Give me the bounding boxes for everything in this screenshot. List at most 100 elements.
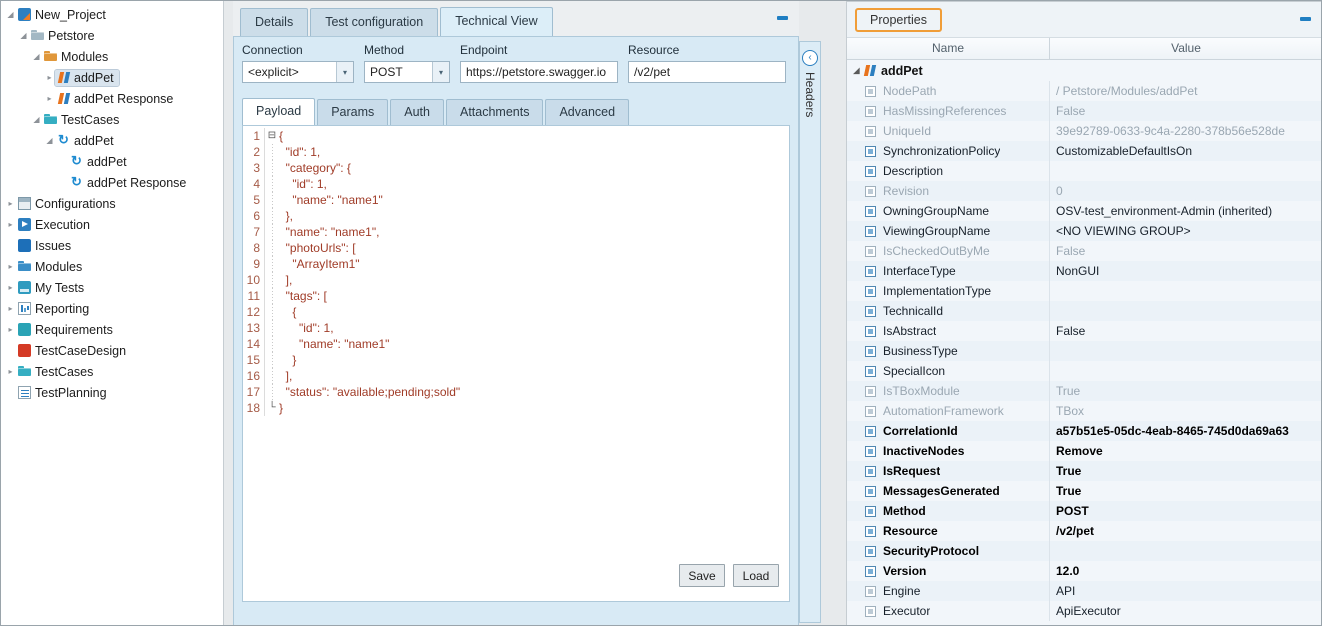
property-row-hasmissingreferences[interactable]: HasMissingReferences False xyxy=(847,101,1322,121)
fold-marker-icon[interactable] xyxy=(265,144,279,160)
property-row-technicalid[interactable]: TechnicalId xyxy=(847,301,1322,321)
property-value[interactable]: True xyxy=(1050,381,1322,401)
property-row-securityprotocol[interactable]: SecurityProtocol xyxy=(847,541,1322,561)
property-value[interactable]: False xyxy=(1050,241,1322,261)
tree-expander-icon[interactable]: ◢ xyxy=(31,52,42,61)
property-value[interactable]: 0 xyxy=(1050,181,1322,201)
tree-expander-icon[interactable]: ▸ xyxy=(5,220,16,229)
code-line-15[interactable]: 15 } xyxy=(243,352,789,368)
tree-expander-icon[interactable]: ▸ xyxy=(44,94,55,103)
property-value[interactable]: False xyxy=(1050,321,1322,341)
tab-technical-view[interactable]: Technical View xyxy=(440,7,552,37)
property-row-ischeckedoutbyme[interactable]: IsCheckedOutByMe False xyxy=(847,241,1322,261)
tree-expander-icon[interactable]: ◢ xyxy=(18,31,29,40)
tree-expander-icon[interactable]: ▸ xyxy=(5,199,16,208)
property-value[interactable]: False xyxy=(1050,101,1322,121)
tree-item-modules[interactable]: ◢ Modules xyxy=(1,46,223,67)
chevron-down-icon[interactable]: ▾ xyxy=(432,62,449,82)
tree-item-addpet-response[interactable]: ▸ addPet Response xyxy=(1,88,223,109)
property-value[interactable] xyxy=(1050,161,1322,181)
property-row-specialicon[interactable]: SpecialIcon xyxy=(847,361,1322,381)
property-row-isabstract[interactable]: IsAbstract False xyxy=(847,321,1322,341)
tree-item-requirements[interactable]: ▸ Requirements xyxy=(1,319,223,340)
tree-expander-icon[interactable]: ◢ xyxy=(31,115,42,124)
tree-item-my-tests[interactable]: ▸ My Tests xyxy=(1,277,223,298)
property-row-method[interactable]: Method POST xyxy=(847,501,1322,521)
property-value[interactable]: CustomizableDefaultIsOn xyxy=(1050,141,1322,161)
property-row-owninggroupname[interactable]: OwningGroupName OSV-test_environment-Adm… xyxy=(847,201,1322,221)
code-line-1[interactable]: 1 ⊟ { xyxy=(243,128,789,144)
code-line-5[interactable]: 5 "name": "name1" xyxy=(243,192,789,208)
fold-marker-icon[interactable] xyxy=(265,272,279,288)
code-line-13[interactable]: 13 "id": 1, xyxy=(243,320,789,336)
property-value[interactable]: 39e92789-0633-9c4a-2280-378b56e528de xyxy=(1050,121,1322,141)
property-row-uniqueid[interactable]: UniqueId 39e92789-0633-9c4a-2280-378b56e… xyxy=(847,121,1322,141)
property-row-viewinggroupname[interactable]: ViewingGroupName <NO VIEWING GROUP> xyxy=(847,221,1322,241)
tree-item-new-project[interactable]: ◢ New_Project xyxy=(1,4,223,25)
property-row-inactivenodes[interactable]: InactiveNodes Remove xyxy=(847,441,1322,461)
property-row-interfacetype[interactable]: InterfaceType NonGUI xyxy=(847,261,1322,281)
fold-marker-icon[interactable] xyxy=(265,336,279,352)
fold-marker-icon[interactable] xyxy=(265,304,279,320)
property-value[interactable]: a57b51e5-05dc-4eab-8465-745d0da69a63 xyxy=(1050,421,1322,441)
code-line-7[interactable]: 7 "name": "name1", xyxy=(243,224,789,240)
code-line-16[interactable]: 16 ], xyxy=(243,368,789,384)
fold-marker-icon[interactable] xyxy=(265,224,279,240)
collapse-chevron-icon[interactable]: ‹ xyxy=(802,50,818,66)
fold-marker-icon[interactable] xyxy=(265,320,279,336)
property-row-messagesgenerated[interactable]: MessagesGenerated True xyxy=(847,481,1322,501)
fold-marker-icon[interactable]: └ xyxy=(265,400,279,416)
tree-item-issues[interactable]: Issues xyxy=(1,235,223,256)
property-value[interactable]: TBox xyxy=(1050,401,1322,421)
property-value[interactable]: ApiExecutor xyxy=(1050,601,1322,621)
fold-marker-icon[interactable] xyxy=(265,352,279,368)
resource-input[interactable] xyxy=(628,61,786,83)
tree-expander-icon[interactable]: ▸ xyxy=(5,262,16,271)
headers-side-tab[interactable]: ‹ Headers xyxy=(799,41,821,623)
endpoint-input[interactable] xyxy=(460,61,618,83)
tree-expander-icon[interactable]: ▸ xyxy=(44,73,55,82)
tree-expander-icon[interactable]: ◢ xyxy=(5,10,16,19)
code-line-6[interactable]: 6 }, xyxy=(243,208,789,224)
tree-expander-icon[interactable]: ▸ xyxy=(5,304,16,313)
code-line-11[interactable]: 11 "tags": [ xyxy=(243,288,789,304)
minimize-panel-icon[interactable] xyxy=(1298,12,1314,26)
property-value[interactable] xyxy=(1050,301,1322,321)
code-line-2[interactable]: 2 "id": 1, xyxy=(243,144,789,160)
code-line-8[interactable]: 8 "photoUrls": [ xyxy=(243,240,789,256)
code-line-10[interactable]: 10 ], xyxy=(243,272,789,288)
tree-expander-icon[interactable]: ▸ xyxy=(5,367,16,376)
code-line-3[interactable]: 3 "category": { xyxy=(243,160,789,176)
code-line-12[interactable]: 12 { xyxy=(243,304,789,320)
tree-item-addpet-response[interactable]: addPet Response xyxy=(1,172,223,193)
property-value[interactable]: API xyxy=(1050,581,1322,601)
property-row-nodepath[interactable]: NodePath / Petstore/Modules/addPet xyxy=(847,81,1322,101)
chevron-down-icon[interactable]: ▾ xyxy=(336,62,353,82)
tree-item-testcasedesign[interactable]: TestCaseDesign xyxy=(1,340,223,361)
payload-tab-advanced[interactable]: Advanced xyxy=(545,99,629,125)
property-row-executor[interactable]: Executor ApiExecutor xyxy=(847,601,1322,621)
payload-editor[interactable]: 1 ⊟ { 2 "id": 1, 3 "category": { xyxy=(242,125,790,602)
property-value[interactable]: True xyxy=(1050,461,1322,481)
fold-marker-icon[interactable] xyxy=(265,256,279,272)
property-row-istboxmodule[interactable]: IsTBoxModule True xyxy=(847,381,1322,401)
property-value[interactable]: NonGUI xyxy=(1050,261,1322,281)
load-button[interactable]: Load xyxy=(733,564,779,587)
minimize-panel-icon[interactable] xyxy=(775,11,791,25)
property-row-description[interactable]: Description xyxy=(847,161,1322,181)
headers-tab-label[interactable]: Headers xyxy=(803,72,817,117)
tree-item-configurations[interactable]: ▸ Configurations xyxy=(1,193,223,214)
tree-expander-icon[interactable]: ◢ xyxy=(851,66,862,75)
tree-item-reporting[interactable]: ▸ Reporting xyxy=(1,298,223,319)
property-value[interactable]: True xyxy=(1050,481,1322,501)
property-value[interactable]: POST xyxy=(1050,501,1322,521)
save-button[interactable]: Save xyxy=(679,564,725,587)
tree-item-execution[interactable]: ▸ Execution xyxy=(1,214,223,235)
tree-item-modules[interactable]: ▸ Modules xyxy=(1,256,223,277)
code-line-4[interactable]: 4 "id": 1, xyxy=(243,176,789,192)
tree-item-testcases[interactable]: ◢ TestCases xyxy=(1,109,223,130)
fold-marker-icon[interactable] xyxy=(265,208,279,224)
property-value[interactable]: <NO VIEWING GROUP> xyxy=(1050,221,1322,241)
fold-marker-icon[interactable] xyxy=(265,240,279,256)
fold-marker-icon[interactable] xyxy=(265,176,279,192)
